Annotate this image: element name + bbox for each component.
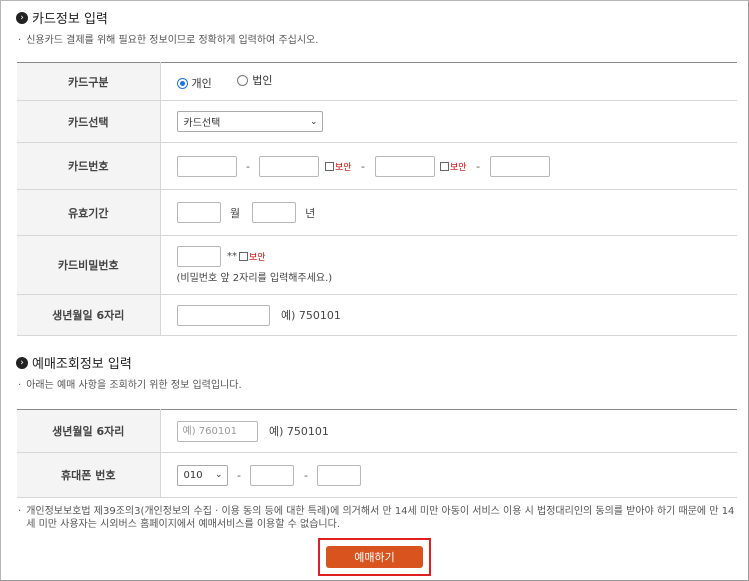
secure-checkbox-3[interactable] [440, 161, 450, 171]
birth-field[interactable] [176, 304, 270, 326]
chevron-down-icon: ⌄ [309, 116, 318, 127]
card-password-field[interactable] [176, 246, 221, 267]
card-section-title: › 카드정보 입력 [16, 8, 108, 27]
chevron-right-circle-icon: › [16, 11, 28, 24]
label-card-select: 카드선택 [17, 100, 161, 143]
card-select-dropdown[interactable]: 카드선택 ⌄ [176, 111, 323, 132]
label-card-number: 카드번호 [17, 142, 161, 190]
row-card-number: 카드번호 - 보안 - 보안 - [17, 142, 737, 190]
label-card-type: 카드구분 [17, 62, 161, 101]
phone-prefix-select[interactable]: 010 ⌄ [176, 464, 228, 486]
card-section-note: 신용카드 결제를 위해 필요한 정보이므로 정확하게 입력하여 주십시오. [18, 31, 318, 46]
phone-middle-field[interactable] [250, 464, 295, 486]
row-lookup-birth: 생년월일 6자리 예) 760101 예) 750101 [17, 409, 737, 453]
lookup-section-title: › 예매조회정보 입력 [16, 353, 132, 372]
label-phone: 휴대폰 번호 [17, 452, 161, 498]
radio-corporate[interactable]: 법인 [237, 72, 273, 88]
card-number-field-3[interactable] [374, 155, 435, 177]
row-phone: 휴대폰 번호 010 ⌄ - - [17, 452, 737, 498]
card-number-field-1[interactable] [176, 155, 237, 177]
expiry-month-field[interactable] [176, 202, 221, 223]
expiry-year-field[interactable] [251, 202, 296, 223]
row-birth: 생년월일 6자리 예) 750101 [17, 294, 737, 336]
card-number-field-4[interactable] [489, 155, 550, 177]
row-card-select: 카드선택 카드선택 ⌄ [17, 100, 737, 143]
reserve-button[interactable]: 예매하기 [326, 546, 423, 568]
card-number-field-2[interactable] [259, 155, 320, 177]
lookup-info-table: 생년월일 6자리 예) 760101 예) 750101 휴대폰 번호 010 … [17, 409, 737, 498]
secure-checkbox-2[interactable] [324, 161, 334, 171]
lookup-section-note: 아래는 예매 사항을 조회하기 위한 정보 입력입니다. [18, 376, 241, 391]
reserve-button-highlight: 예매하기 [318, 538, 431, 576]
row-card-password: 카드비밀번호 ** 보안 (비밀번호 앞 2자리를 입력해주세요.) [17, 235, 737, 295]
secure-checkbox-password[interactable] [239, 252, 248, 261]
label-birth: 생년월일 6자리 [17, 294, 161, 336]
password-hint: (비밀번호 앞 2자리를 입력해주세요.) [176, 273, 333, 284]
radio-dot-corporate[interactable] [237, 74, 249, 86]
age-restriction-note: · 개인정보보호법 제39조의3(개인정보의 수집 · 이용 동의 등에 대한 … [18, 506, 735, 530]
label-card-password: 카드비밀번호 [17, 235, 161, 295]
radio-personal[interactable]: 개인 [176, 75, 212, 91]
label-lookup-birth: 생년월일 6자리 [17, 409, 161, 453]
label-expiry: 유효기간 [17, 189, 161, 236]
chevron-down-icon: ⌄ [214, 470, 223, 480]
radio-dot-personal[interactable] [176, 77, 188, 89]
card-info-table: 카드구분 개인 법인 카드선택 카드선택 ⌄ 카드번호 - 보안 - 보안 - … [17, 62, 737, 336]
row-card-type: 카드구분 개인 법인 [17, 62, 737, 101]
row-expiry: 유효기간 월 년 [17, 189, 737, 236]
phone-last-field[interactable] [317, 464, 362, 486]
lookup-birth-field[interactable]: 예) 760101 [176, 420, 258, 442]
chevron-right-circle-icon: › [16, 356, 28, 369]
